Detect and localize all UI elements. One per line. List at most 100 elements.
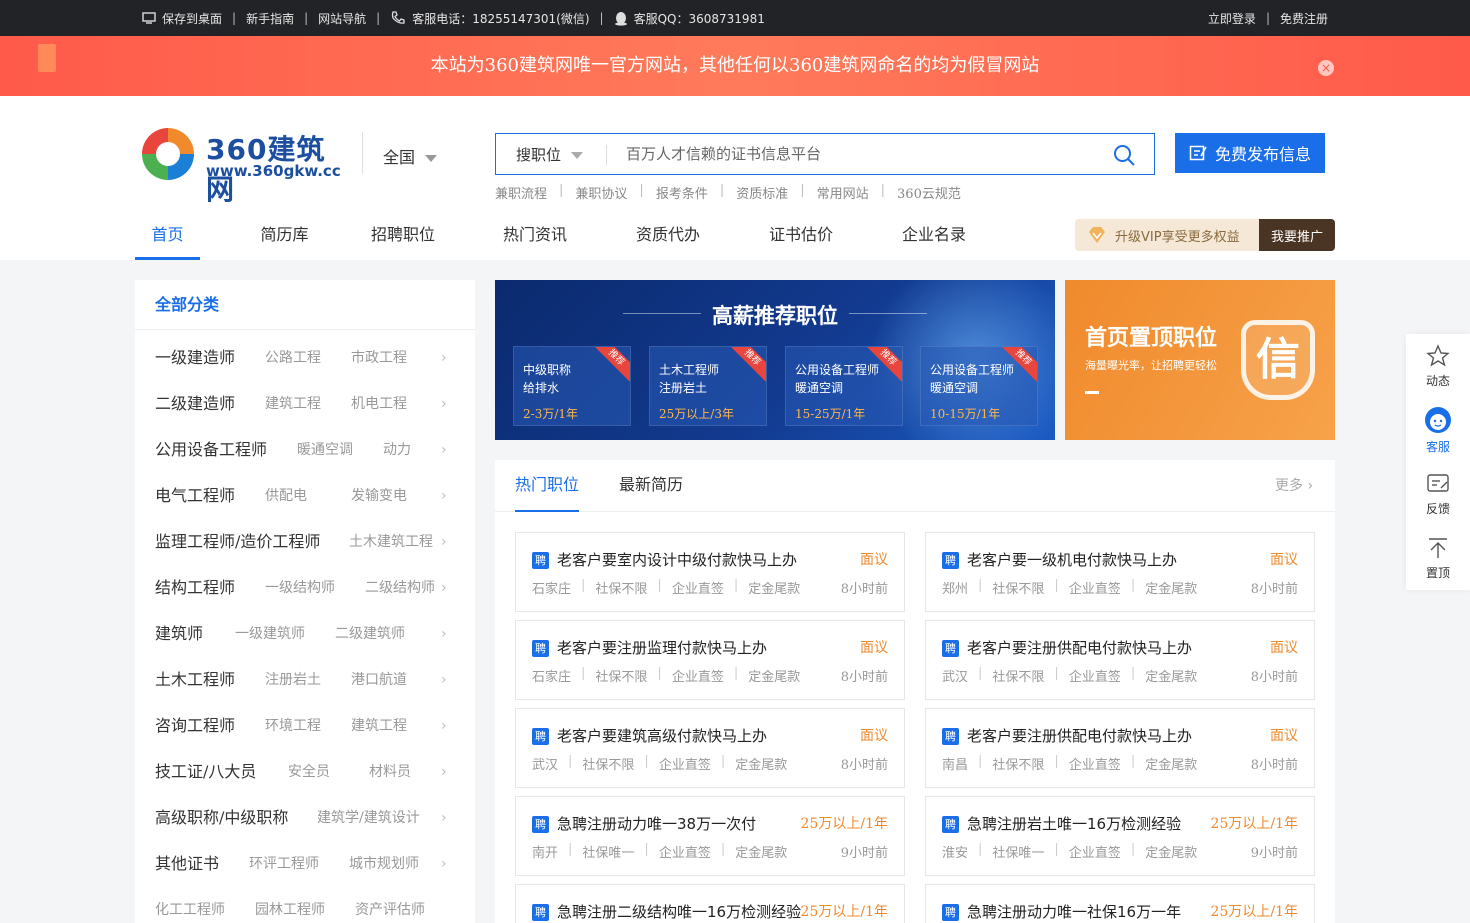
category-sub-link[interactable]: 公路工程 [265, 335, 321, 381]
category-name[interactable]: 监理工程师/造价工程师 [155, 532, 320, 551]
category-sub-link[interactable]: 化工工程师 [155, 887, 225, 923]
category-name[interactable]: 建筑师 [155, 624, 203, 643]
category-row[interactable]: 二级建造师 建筑工程 机电工程 › [135, 381, 475, 427]
job-card[interactable]: 聘老客户要注册供配电付款快马上办 面议 武汉 | 社保不限 | 企业直签 | 定金尾款 8小时前 [925, 620, 1315, 700]
category-name[interactable]: 二级建造师 [155, 394, 235, 413]
job-card[interactable]: 聘急聘注册岩土唯一16万检测经验 25万以上/1年 淮安 | 社保唯一 | 企业直签 | 定金尾… [925, 796, 1315, 876]
quick-link[interactable]: 报考条件 [656, 183, 708, 202]
job-card[interactable]: 聘急聘注册动力唯一38万一次付 25万以上/1年 南开 | 社保唯一 | 企业直签 | 定金尾款… [515, 796, 905, 876]
updates-button[interactable]: 动态 [1406, 334, 1470, 398]
category-sub-link[interactable]: 土木建筑工程 [349, 519, 433, 565]
category-name[interactable]: 咨询工程师 [155, 716, 235, 735]
publish-button[interactable]: 免费发布信息 [1175, 133, 1325, 173]
search-type-select[interactable]: 搜职位 [516, 134, 584, 176]
category-sub-link[interactable]: 一级建筑师 [235, 611, 305, 657]
quick-link[interactable]: 兼职流程 [495, 183, 547, 202]
quick-link[interactable]: 资质标准 [736, 183, 788, 202]
category-name[interactable]: 结构工程师 [155, 578, 235, 597]
nav-resumes[interactable]: 简历库 [252, 220, 317, 260]
category-name[interactable]: 其他证书 [155, 854, 219, 873]
category-row[interactable]: 化工工程师 园林工程师 资产评估师 [135, 887, 475, 923]
beginner-guide-link[interactable]: 新手指南 [246, 10, 294, 27]
register-link[interactable]: 免费注册 [1280, 10, 1328, 27]
category-name[interactable]: 一级建造师 [155, 348, 235, 367]
job-card[interactable]: 聘老客户要一级机电付款快马上办 面议 郑州 | 社保不限 | 企业直签 | 定金尾款 8小时前 [925, 532, 1315, 612]
job-card[interactable]: 聘急聘注册二级结构唯一16万检测经验 25万以上/1年 [515, 884, 905, 923]
category-name[interactable]: 公用设备工程师 [155, 440, 267, 459]
search-input[interactable] [626, 140, 1096, 168]
category-row[interactable]: 公用设备工程师 暖通空调 动力 › [135, 427, 475, 473]
category-row[interactable]: 咨询工程师 环境工程 建筑工程 › [135, 703, 475, 749]
category-sub-link[interactable]: 二级结构师 [365, 565, 435, 611]
nav-news[interactable]: 热门资讯 [495, 220, 575, 260]
category-sub-link[interactable]: 供配电 [265, 473, 307, 519]
nav-companies[interactable]: 企业名录 [894, 220, 974, 260]
top-jobs-banner[interactable]: 首页置顶职位 海量曝光率，让招聘更轻松 信 [1065, 280, 1335, 440]
category-name[interactable]: 电气工程师 [155, 486, 235, 505]
job-title[interactable]: 老客户要注册供配电付款快马上办 [967, 725, 1217, 746]
category-name[interactable]: 技工证/八大员 [155, 762, 256, 781]
category-row[interactable]: 电气工程师 供配电 发输变电 › [135, 473, 475, 519]
category-sub-link[interactable]: 机电工程 [351, 381, 407, 427]
category-sub-link[interactable]: 二级建筑师 [335, 611, 405, 657]
job-title[interactable]: 老客户要注册监理付款快马上办 [557, 637, 807, 658]
hot-job-card[interactable]: 中级职称 给排水 2-3万/1年 推荐 [513, 346, 631, 426]
close-icon[interactable]: × [1318, 60, 1334, 76]
job-card[interactable]: 聘老客户要注册供配电付款快马上办 面议 南昌 | 社保不限 | 企业直签 | 定金尾款 8小时前 [925, 708, 1315, 788]
nav-home[interactable]: 首页 [135, 220, 200, 260]
category-sub-link[interactable]: 建筑工程 [351, 703, 407, 749]
promote-button[interactable]: 我要推广 [1259, 219, 1335, 251]
job-title[interactable]: 急聘注册二级结构唯一16万检测经验 [557, 901, 807, 922]
category-sub-link[interactable]: 材料员 [369, 749, 411, 795]
job-title[interactable]: 老客户要注册供配电付款快马上办 [967, 637, 1217, 658]
job-title[interactable]: 老客户要室内设计中级付款快马上办 [557, 549, 807, 570]
job-card[interactable]: 聘老客户要室内设计中级付款快马上办 面议 石家庄 | 社保不限 | 企业直签 | 定金尾款 8小时… [515, 532, 905, 612]
job-card[interactable]: 聘老客户要注册监理付款快马上办 面议 石家庄 | 社保不限 | 企业直签 | 定金尾款 8小时前 [515, 620, 905, 700]
site-logo[interactable]: 360建筑网 www.360gkw.cc [136, 122, 346, 206]
category-name[interactable]: 高级职称/中级职称 [155, 808, 288, 827]
category-sub-link[interactable]: 环境工程 [265, 703, 321, 749]
category-sub-link[interactable]: 动力 [383, 427, 411, 473]
hot-job-card[interactable]: 土木工程师 注册岩土 25万以上/3年 推荐 [649, 346, 767, 426]
category-sub-link[interactable]: 注册岩土 [265, 657, 321, 703]
region-selector[interactable]: 全国 [383, 144, 438, 168]
back-to-top-button[interactable]: 置顶 [1406, 526, 1470, 590]
category-row[interactable]: 结构工程师 一级结构师 二级结构师 › [135, 565, 475, 611]
category-sub-link[interactable]: 环评工程师 [249, 841, 319, 887]
category-sub-link[interactable]: 暖通空调 [297, 427, 353, 473]
category-sub-link[interactable]: 一级结构师 [265, 565, 335, 611]
job-title[interactable]: 急聘注册动力唯一38万一次付 [557, 813, 807, 834]
category-row[interactable]: 其他证书 环评工程师 城市规划师 › [135, 841, 475, 887]
site-nav-link[interactable]: 网站导航 [318, 10, 366, 27]
vip-upgrade-link[interactable]: 升级VIP享受更多权益 [1075, 219, 1259, 251]
category-sub-link[interactable]: 市政工程 [351, 335, 407, 381]
category-row[interactable]: 建筑师 一级建筑师 二级建筑师 › [135, 611, 475, 657]
category-sub-link[interactable]: 园林工程师 [255, 887, 325, 923]
nav-qualification[interactable]: 资质代办 [628, 220, 708, 260]
category-row[interactable]: 一级建造师 公路工程 市政工程 › [135, 335, 475, 381]
save-to-desktop-link[interactable]: 保存到桌面 [142, 10, 222, 27]
nav-cert-valuation[interactable]: 证书估价 [761, 220, 841, 260]
hot-job-card[interactable]: 公用设备工程师 暖通空调 10-15万/1年 推荐 [920, 346, 1038, 426]
job-card[interactable]: 聘急聘注册动力唯一社保16万一年 25万以上/1年 [925, 884, 1315, 923]
tab-hot-jobs[interactable]: 热门职位 [515, 460, 580, 512]
category-sub-link[interactable]: 港口航道 [351, 657, 407, 703]
category-row[interactable]: 土木工程师 注册岩土 港口航道 › [135, 657, 475, 703]
quick-link[interactable]: 常用网站 [817, 183, 869, 202]
category-row[interactable]: 监理工程师/造价工程师 土木建筑工程 › [135, 519, 475, 565]
job-title[interactable]: 老客户要建筑高级付款快马上办 [557, 725, 807, 746]
job-title[interactable]: 急聘注册岩土唯一16万检测经验 [967, 813, 1217, 834]
job-title[interactable]: 老客户要一级机电付款快马上办 [967, 549, 1217, 570]
category-sub-link[interactable]: 发输变电 [351, 473, 407, 519]
category-sub-link[interactable]: 资产评估师 [355, 887, 425, 923]
category-sub-link[interactable]: 建筑工程 [265, 381, 321, 427]
quick-link[interactable]: 兼职协议 [575, 183, 627, 202]
nav-jobs[interactable]: 招聘职位 [363, 220, 443, 260]
category-sub-link[interactable]: 安全员 [288, 749, 330, 795]
hot-job-card[interactable]: 公用设备工程师 暖通空调 15-25万/1年 推荐 [785, 346, 903, 426]
login-link[interactable]: 立即登录 [1208, 10, 1256, 27]
job-card[interactable]: 聘老客户要建筑高级付款快马上办 面议 武汉 | 社保不限 | 企业直签 | 定金尾款 8小时前 [515, 708, 905, 788]
category-name[interactable]: 土木工程师 [155, 670, 235, 689]
category-row[interactable]: 高级职称/中级职称 建筑学/建筑设计 › [135, 795, 475, 841]
more-link[interactable]: 更多 › [1275, 460, 1313, 512]
